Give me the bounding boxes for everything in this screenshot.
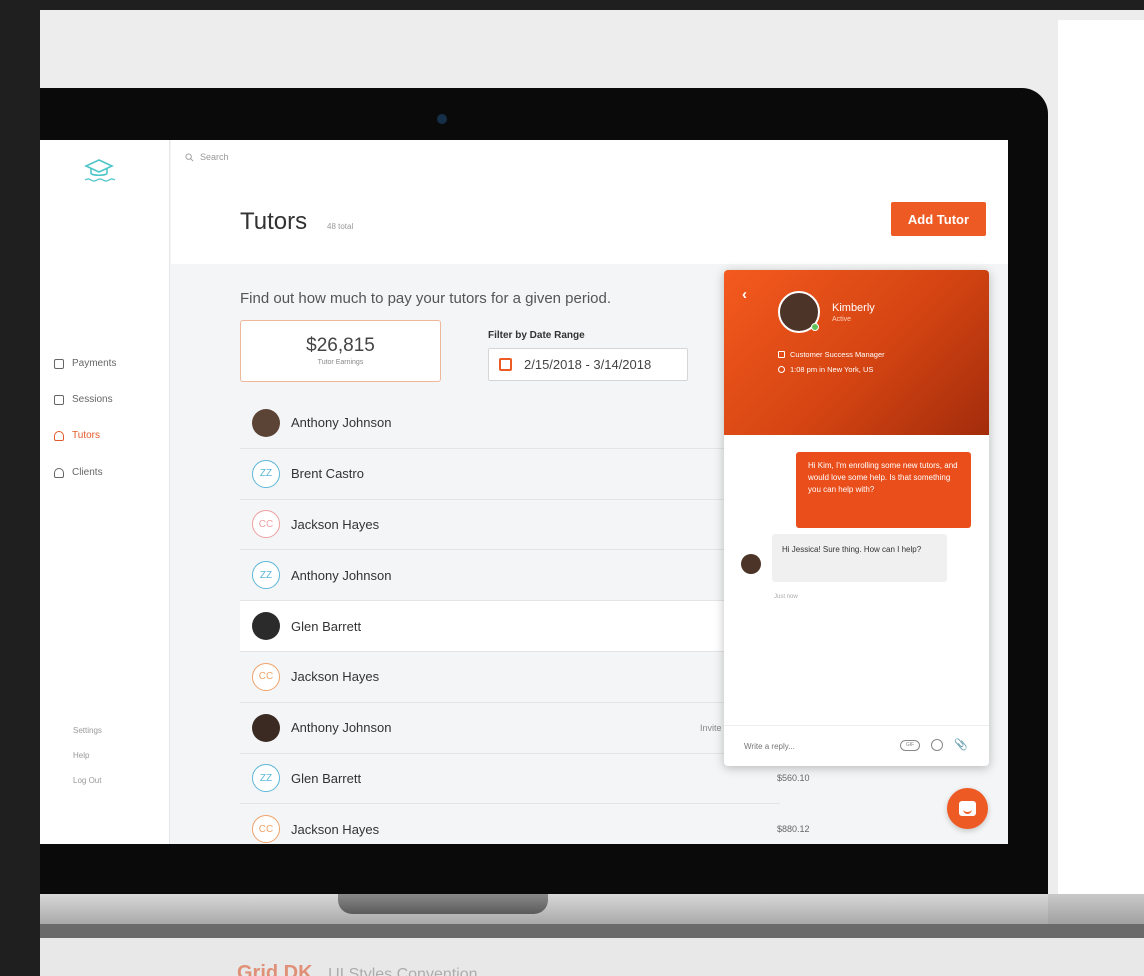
- help-link[interactable]: Help: [73, 751, 89, 760]
- sidebar-item-label: Sessions: [72, 394, 113, 405]
- tutor-name: Anthony Johnson: [291, 720, 392, 736]
- reply-bar: GIF 📎: [724, 725, 989, 766]
- calendar-icon: [499, 358, 512, 371]
- earnings-label: Tutor Earnings: [317, 359, 364, 366]
- sidebar-item-sessions[interactable]: Sessions: [54, 394, 113, 405]
- search-bar[interactable]: Search: [185, 152, 229, 162]
- agent-role-row: Customer Success Manager: [778, 350, 885, 359]
- sidebar: Payments Sessions Tutors Clients Setting…: [40, 140, 170, 844]
- tutor-row[interactable]: ZZ Anthony Johnson: [240, 550, 780, 602]
- search-icon: [185, 152, 194, 161]
- briefcase-icon: [778, 351, 785, 358]
- add-tutor-button[interactable]: Add Tutor: [891, 202, 986, 236]
- tutor-row[interactable]: CC Jackson Hayes: [240, 500, 780, 551]
- online-status-dot: [811, 323, 819, 331]
- app-screen: Payments Sessions Tutors Clients Setting…: [40, 140, 1008, 844]
- payments-icon: [54, 358, 64, 369]
- tutor-avatar: [252, 612, 280, 641]
- emoji-icon[interactable]: [931, 739, 943, 751]
- laptop-notch: [338, 894, 548, 914]
- sidebar-item-label: Tutors: [72, 430, 100, 441]
- sidebar-item-label: Payments: [72, 358, 117, 369]
- filter-label: Filter by Date Range: [488, 330, 585, 341]
- tutor-name: Jackson Hayes: [291, 516, 380, 532]
- date-range-value: 2/15/2018 - 3/14/2018: [524, 357, 652, 372]
- tutor-list: Anthony Johnson ZZ Brent Castro CC Jackson H…: [240, 398, 810, 844]
- page-subtitle: Find out how much to pay your tutors for…: [240, 290, 612, 307]
- agent-local-time: 1:08 pm in New York, US: [790, 365, 874, 374]
- footer-caption-bold: Grid DK: [237, 962, 313, 976]
- tutor-invite-status: Invite: [700, 722, 722, 733]
- tutor-row[interactable]: Anthony Johnson: [240, 398, 780, 449]
- footer-caption: Grid DK UI Styles Convention: [237, 962, 478, 976]
- date-range-input[interactable]: 2/15/2018 - 3/14/2018: [488, 348, 688, 381]
- footer-caption-rest: UI Styles Convention: [328, 966, 478, 976]
- tutor-amount: $560.10: [777, 773, 810, 784]
- tutor-row[interactable]: Anthony Johnson Invite: [240, 703, 780, 754]
- tutor-row[interactable]: ZZ Brent Castro: [240, 449, 780, 500]
- incoming-message: Hi Jessica! Sure thing. How can I help?: [772, 534, 947, 582]
- sidebar-item-label: Clients: [72, 467, 103, 478]
- earnings-amount: $26,815: [306, 335, 375, 356]
- agent-time-row: 1:08 pm in New York, US: [778, 365, 873, 374]
- tutor-name: Glen Barrett: [291, 770, 362, 786]
- topbar: Search Tutors 48 total Add Tutor: [171, 140, 1008, 264]
- left-border: [0, 0, 40, 976]
- tutor-initials-avatar: CC: [252, 662, 280, 691]
- agent-name: Kimberly: [832, 302, 875, 314]
- tutor-name: Anthony Johnson: [291, 567, 392, 583]
- gif-icon[interactable]: GIF: [900, 740, 920, 751]
- reply-input[interactable]: [744, 741, 884, 751]
- outgoing-message: Hi Kim, I'm enrolling some new tutors, a…: [796, 452, 971, 528]
- search-input[interactable]: Search: [200, 152, 229, 162]
- page-title: Tutors: [240, 208, 308, 235]
- tutor-initials-avatar: ZZ: [252, 764, 280, 793]
- tutor-initials-avatar: CC: [252, 815, 280, 844]
- tutors-icon: [54, 430, 64, 441]
- agent-status: Active: [832, 316, 852, 323]
- right-white-panel: [1058, 20, 1144, 932]
- chat-panel: ‹ Kimberly Active Customer Success Manag…: [724, 270, 989, 766]
- logout-link[interactable]: Log Out: [73, 776, 101, 785]
- settings-link[interactable]: Settings: [73, 726, 102, 735]
- back-icon[interactable]: ‹: [742, 286, 747, 303]
- chat-launcher-button[interactable]: [947, 788, 988, 829]
- agent-role: Customer Success Manager: [790, 350, 885, 359]
- footer-strip: [40, 938, 1144, 976]
- tutor-row[interactable]: CC Jackson Hayes $880.12: [240, 804, 810, 844]
- attachment-icon[interactable]: 📎: [954, 738, 968, 751]
- chat-bubble-icon: [959, 801, 976, 816]
- tutor-count: 48 total: [327, 222, 354, 231]
- tutor-name: Jackson Hayes: [291, 821, 380, 837]
- tutor-avatar: [252, 713, 280, 742]
- tutor-amount: $880.12: [777, 824, 810, 835]
- tutor-initials-avatar: CC: [252, 510, 280, 539]
- tutor-row[interactable]: CC Jackson Hayes: [240, 652, 780, 703]
- tutor-name: Glen Barrett: [291, 618, 362, 634]
- tutor-row[interactable]: Glen Barrett: [240, 601, 780, 652]
- tutor-initials-avatar: ZZ: [252, 459, 280, 488]
- agent-message-avatar: [741, 554, 761, 574]
- sessions-icon: [54, 394, 64, 405]
- camera-icon: [437, 114, 447, 124]
- message-timestamp: Just now: [774, 594, 798, 600]
- tutor-name: Brent Castro: [291, 466, 364, 482]
- tutor-avatar: [252, 408, 280, 437]
- globe-icon: [778, 366, 785, 373]
- graduation-cap-icon[interactable]: [82, 154, 116, 188]
- sidebar-item-payments[interactable]: Payments: [54, 358, 116, 369]
- top-border: [0, 0, 1144, 10]
- chat-header: ‹ Kimberly Active Customer Success Manag…: [724, 270, 989, 435]
- tutor-row[interactable]: ZZ Glen Barrett $560.10: [240, 754, 810, 805]
- earnings-card: $26,815 Tutor Earnings: [240, 320, 441, 382]
- laptop-base-shadow: [40, 924, 1144, 938]
- tutor-initials-avatar: ZZ: [252, 561, 280, 590]
- clients-icon: [54, 467, 64, 478]
- sidebar-item-clients[interactable]: Clients: [54, 467, 103, 478]
- tutor-name: Jackson Hayes: [291, 669, 380, 685]
- tutor-name: Anthony Johnson: [291, 415, 392, 431]
- sidebar-item-tutors[interactable]: Tutors: [54, 430, 100, 441]
